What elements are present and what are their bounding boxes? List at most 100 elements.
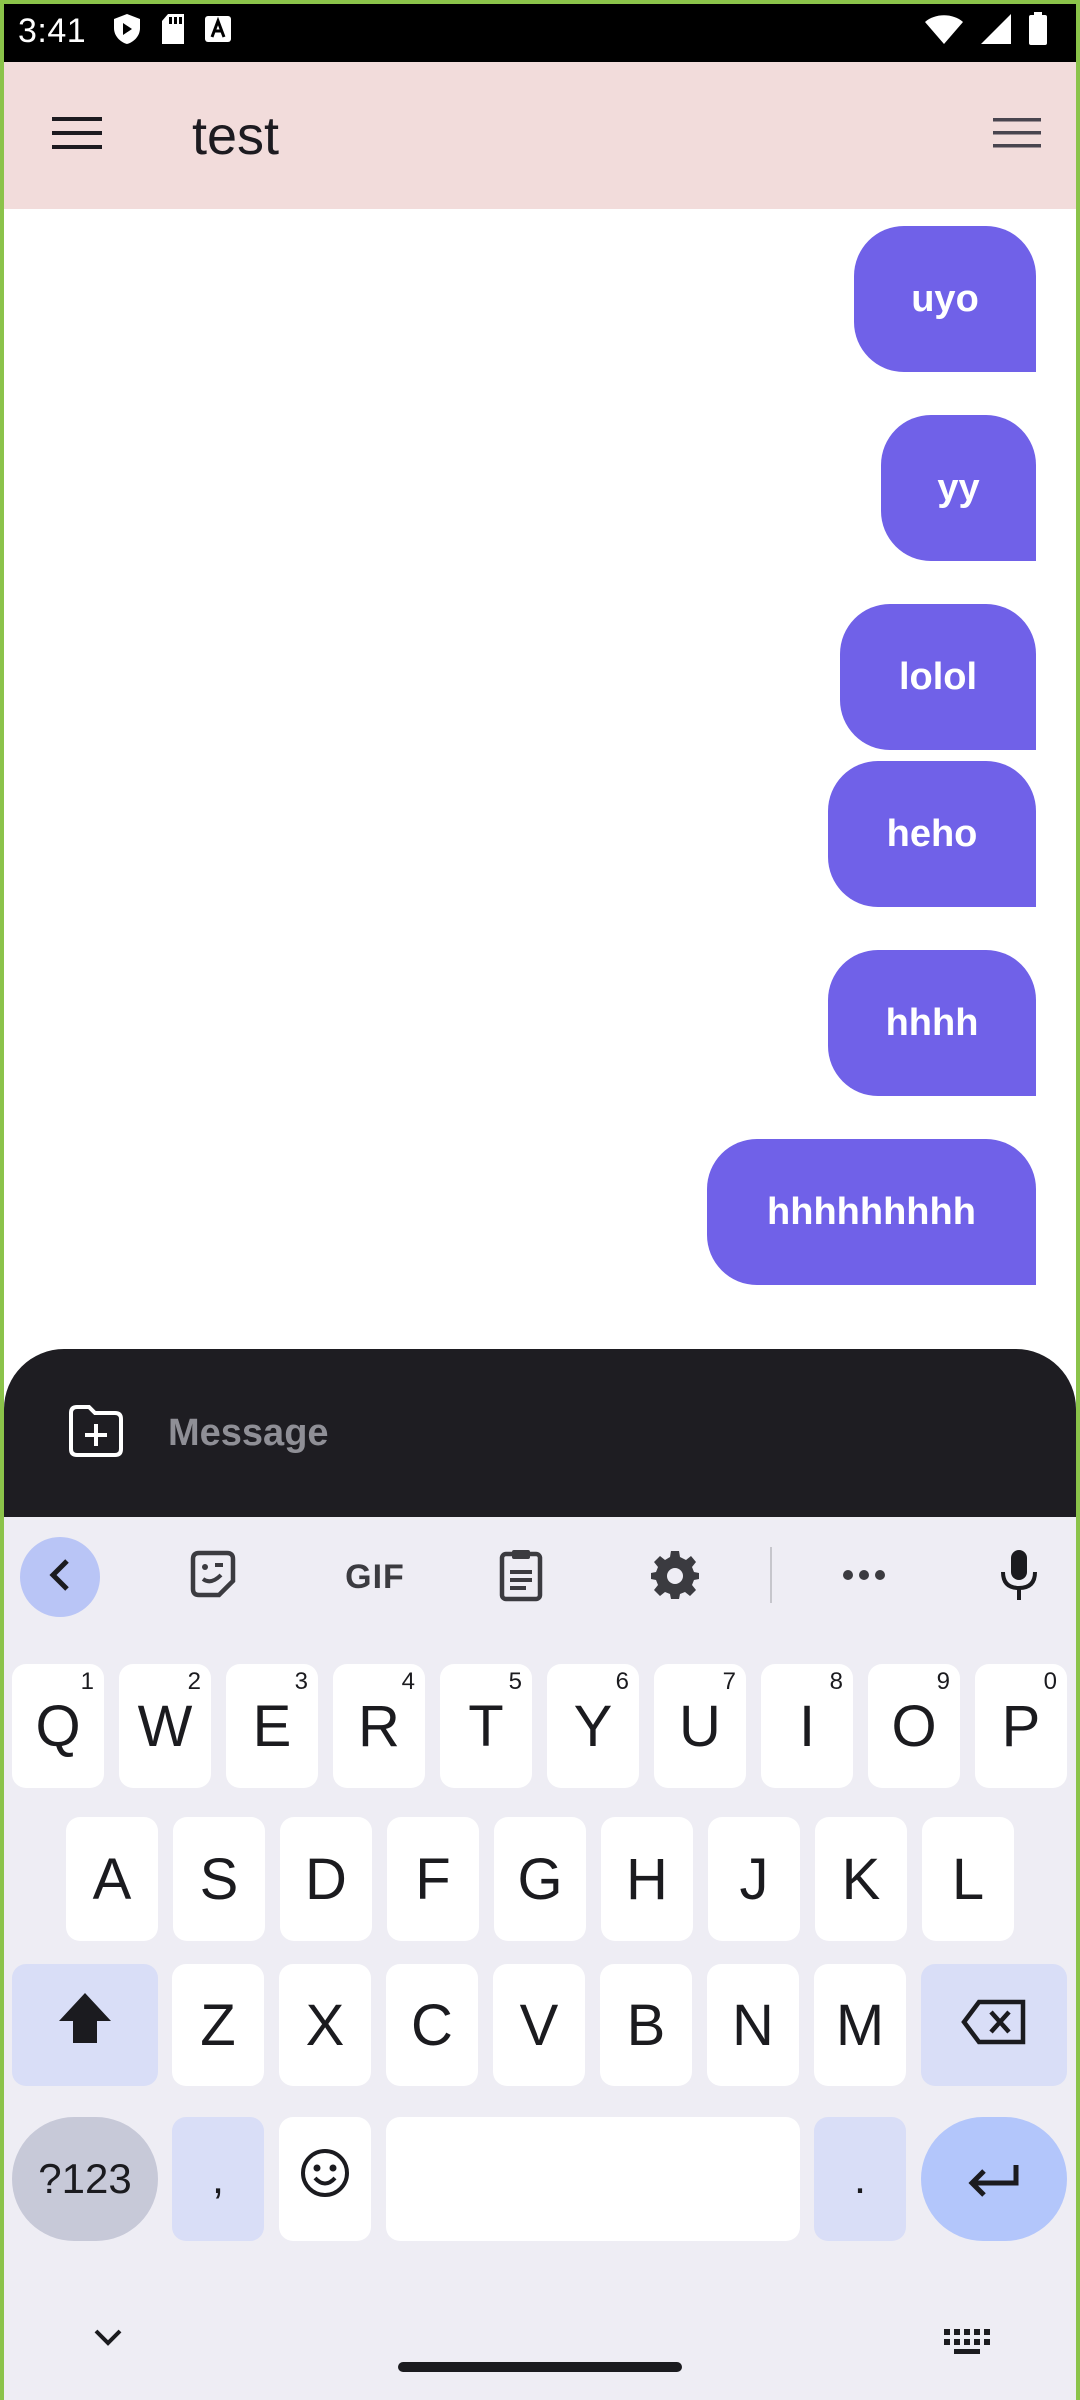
backspace-key[interactable] [921,1964,1067,2086]
menu-button[interactable] [32,91,122,181]
key-label: G [517,1846,563,1912]
key-n[interactable]: N [707,1964,799,2086]
comma-key[interactable]: , [172,2117,264,2241]
enter-icon [966,2146,1022,2213]
key-m[interactable]: M [814,1964,906,2086]
overflow-menu-button[interactable] [972,91,1062,181]
message-bubble[interactable]: uyo [854,226,1036,372]
hide-keyboard-icon [92,2329,124,2351]
message-bubble[interactable]: heho [828,761,1036,907]
key-c[interactable]: C [386,1964,478,2086]
message-bubble[interactable]: hhhhhhhhh [707,1139,1036,1285]
sd-card-icon [160,13,186,50]
key-p[interactable]: P0 [975,1664,1067,1788]
key-u[interactable]: U7 [654,1664,746,1788]
key-label: A [92,1846,132,1912]
keyboard-toolbar: GIF [0,1517,1080,1629]
period-key[interactable]: . [814,2117,906,2241]
message-composer [4,1349,1076,1517]
key-l[interactable]: L [922,1817,1014,1941]
key-a[interactable]: A [66,1817,158,1941]
key-w[interactable]: W2 [119,1664,211,1788]
emoji-icon [299,2146,351,2213]
overflow-menu-icon [993,116,1041,155]
key-b[interactable]: B [600,1964,692,2086]
hide-keyboard-button[interactable] [92,2327,132,2357]
key-g[interactable]: G [494,1817,586,1941]
emoji-key[interactable] [279,2117,371,2241]
more-icon [842,1568,886,1586]
home-gesture-handle[interactable] [398,2362,682,2372]
key-hint: 4 [401,1668,415,1695]
period-key-label: . [853,2154,867,2203]
message-text: uyo [911,277,979,320]
microphone-icon [999,1548,1039,1607]
key-hint: 8 [829,1668,843,1695]
key-r[interactable]: R4 [333,1664,425,1788]
backspace-icon [961,1992,1027,2059]
status-bar: 3:41 [0,0,1080,62]
key-hint: 5 [508,1668,522,1695]
space-key[interactable] [386,2117,800,2241]
key-s[interactable]: S [173,1817,265,1941]
settings-button[interactable] [635,1537,715,1617]
key-label: Y [573,1693,613,1759]
microphone-button[interactable] [979,1537,1059,1617]
key-i[interactable]: I8 [761,1664,853,1788]
key-o[interactable]: O9 [868,1664,960,1788]
message-input[interactable] [168,1411,968,1455]
key-label: J [739,1846,769,1912]
sticker-button[interactable] [173,1537,253,1617]
sticker-icon [187,1549,239,1606]
wifi-icon [924,13,964,50]
symbols-key[interactable]: ?123 [12,2117,158,2241]
key-z[interactable]: Z [172,1964,264,2086]
message-bubble[interactable]: yy [881,415,1036,561]
clipboard-button[interactable] [481,1537,561,1617]
key-hint: 7 [722,1668,736,1695]
key-t[interactable]: T5 [440,1664,532,1788]
key-v[interactable]: V [493,1964,585,2086]
key-e[interactable]: E3 [226,1664,318,1788]
message-text: yy [937,466,980,509]
key-x[interactable]: X [279,1964,371,2086]
key-label: P [1001,1693,1041,1759]
app-bar: test [4,62,1076,209]
key-f[interactable]: F [387,1817,479,1941]
key-label: I [798,1693,816,1759]
key-y[interactable]: Y6 [547,1664,639,1788]
key-label: B [626,1992,666,2058]
key-hint: 9 [936,1668,950,1695]
key-d[interactable]: D [280,1817,372,1941]
key-label: M [835,1992,885,2058]
key-k[interactable]: K [815,1817,907,1941]
key-label: F [415,1846,451,1912]
key-q[interactable]: Q1 [12,1664,104,1788]
key-j[interactable]: J [708,1817,800,1941]
key-label: V [519,1992,559,2058]
gif-icon: GIF [345,1557,405,1596]
message-bubble[interactable]: lolol [840,604,1036,750]
keyboard-switch-button[interactable] [944,2329,990,2355]
gif-button[interactable]: GIF [325,1537,425,1617]
key-label: H [626,1846,668,1912]
key-label: T [468,1693,504,1759]
cell-signal-icon [980,13,1012,50]
enter-key[interactable] [921,2117,1067,2241]
keyboard-switch-icon [944,2329,990,2359]
add-file-icon [67,1403,125,1464]
toolbar-divider [770,1547,772,1603]
message-bubble[interactable]: hhhh [828,950,1036,1096]
key-label: W [137,1693,193,1759]
key-label: K [841,1846,881,1912]
page-title: test [192,105,280,166]
key-label: D [305,1846,347,1912]
key-h[interactable]: H [601,1817,693,1941]
toolbar-back-button[interactable] [20,1537,100,1617]
more-button[interactable] [824,1537,904,1617]
status-time: 3:41 [18,11,87,50]
back-chevron-icon [45,1558,75,1597]
attach-button[interactable] [64,1401,128,1465]
message-text: hhhh [885,1001,979,1044]
shift-key[interactable] [12,1964,158,2086]
